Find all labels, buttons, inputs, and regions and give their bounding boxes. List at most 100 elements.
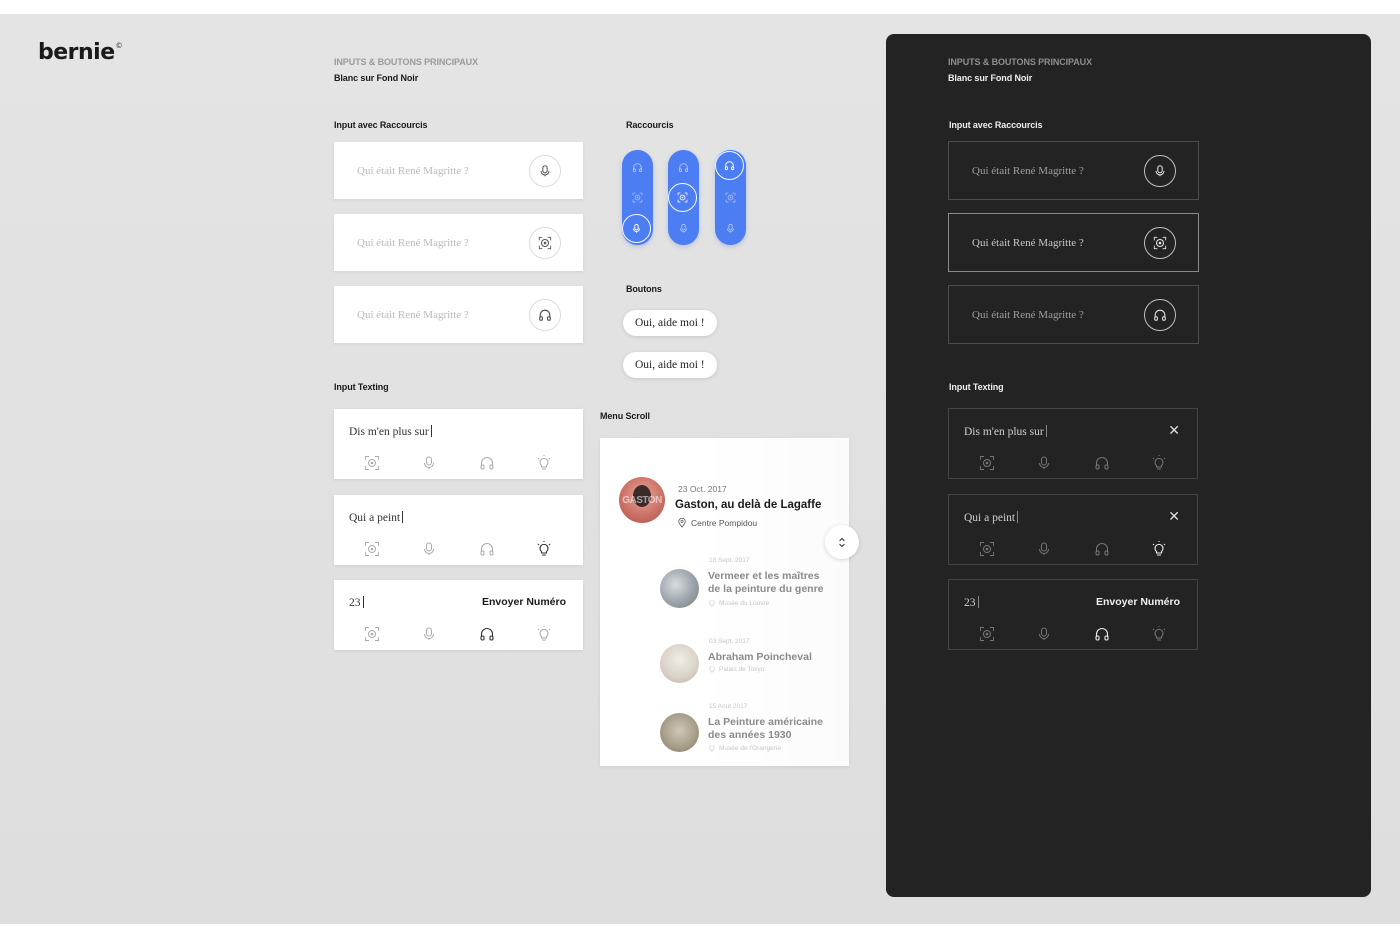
shortcuts-label: Raccourcis xyxy=(626,120,674,130)
scan-icon[interactable] xyxy=(362,453,382,473)
scan-button[interactable] xyxy=(529,226,561,259)
send-number-button[interactable]: Envoyer Numéro xyxy=(1096,596,1180,608)
mic-button[interactable] xyxy=(1144,154,1176,187)
location-pin-icon xyxy=(709,600,715,607)
search-placeholder: Qui était René Magritte ? xyxy=(357,236,469,249)
bulb-icon[interactable] xyxy=(534,453,554,473)
scan-icon xyxy=(538,236,552,249)
mic-icon[interactable] xyxy=(1034,624,1054,644)
scan-icon[interactable] xyxy=(718,185,743,210)
search-input-headphones[interactable]: Qui était René Magritte ? xyxy=(334,286,583,343)
mic-icon[interactable] xyxy=(419,624,439,644)
mic-button[interactable] xyxy=(529,154,561,187)
texting-card[interactable]: Qui a peint ✕ xyxy=(948,494,1198,565)
bulb-icon[interactable] xyxy=(534,539,554,559)
mic-icon[interactable] xyxy=(1034,539,1054,559)
bulb-icon[interactable] xyxy=(534,624,554,644)
scan-icon[interactable] xyxy=(977,453,997,473)
headphones-button[interactable] xyxy=(529,298,561,331)
list-item[interactable]: 03 Sept. 2017 Abraham Poincheval Palais … xyxy=(600,633,849,693)
help-button[interactable]: Oui, aide moi ! xyxy=(623,352,717,378)
headphones-icon[interactable] xyxy=(671,155,696,180)
exhibition-thumbnail xyxy=(660,644,699,683)
location-pin-icon xyxy=(709,745,715,752)
list-item[interactable]: GASTON 23 Oct. 2017 Gaston, au delà de L… xyxy=(600,438,849,538)
bulb-icon[interactable] xyxy=(1149,453,1169,473)
texting-card[interactable]: Dis m'en plus sur xyxy=(334,409,583,479)
search-placeholder: Qui était René Magritte ? xyxy=(972,236,1084,249)
headphones-icon[interactable] xyxy=(1092,624,1112,644)
mic-icon[interactable] xyxy=(1034,453,1054,473)
section-title: INPUTS & BOUTONS PRINCIPAUX xyxy=(334,57,478,67)
headphones-icon[interactable] xyxy=(477,624,497,644)
headphones-icon[interactable] xyxy=(1092,453,1112,473)
item-place: Palais de Tokyo xyxy=(709,666,764,673)
mic-icon[interactable] xyxy=(622,214,651,243)
texting-input[interactable]: Dis m'en plus sur xyxy=(349,425,432,438)
texting-card[interactable]: 23 Envoyer Numéro xyxy=(948,579,1198,650)
search-placeholder: Qui était René Magritte ? xyxy=(972,308,1084,321)
list-item[interactable]: 18 Sept. 2017 Vermeer et les maîtres de … xyxy=(600,548,849,623)
texting-card[interactable]: Qui a peint xyxy=(334,495,583,565)
help-button[interactable]: Oui, aide moi ! xyxy=(623,310,717,336)
brand-logo: bernie© xyxy=(38,40,123,65)
headphones-icon[interactable] xyxy=(715,151,744,180)
search-input-scan[interactable]: Qui était René Magritte ? xyxy=(334,214,583,271)
section-subtitle: Blanc sur Fond Noir xyxy=(948,73,1033,83)
texting-input[interactable]: Dis m'en plus sur xyxy=(964,425,1047,438)
exhibition-thumbnail: GASTON xyxy=(619,477,665,523)
mic-icon xyxy=(1155,164,1165,176)
scan-icon[interactable] xyxy=(668,183,697,212)
scan-icon[interactable] xyxy=(977,624,997,644)
item-place: Musée de l'Orangerie xyxy=(709,745,781,752)
item-date: 03 Sept. 2017 xyxy=(709,638,750,645)
scan-icon[interactable] xyxy=(625,185,650,210)
input-shortcuts-label: Input avec Raccourcis xyxy=(949,120,1043,130)
item-date: 23 Oct. 2017 xyxy=(678,484,727,494)
texting-input[interactable]: 23 xyxy=(964,596,979,609)
headphones-button[interactable] xyxy=(1144,298,1176,331)
close-icon[interactable]: ✕ xyxy=(1168,423,1180,439)
search-input-mic[interactable]: Qui était René Magritte ? xyxy=(334,142,583,199)
texting-input[interactable]: Qui a peint xyxy=(349,511,404,524)
item-title: Abraham Poincheval xyxy=(708,651,812,663)
send-number-button[interactable]: Envoyer Numéro xyxy=(482,596,566,608)
mic-icon[interactable] xyxy=(671,216,696,241)
texting-input[interactable]: Qui a peint xyxy=(964,511,1019,524)
menu-scroll[interactable]: GASTON 23 Oct. 2017 Gaston, au delà de L… xyxy=(600,438,849,766)
headphones-icon[interactable] xyxy=(1092,539,1112,559)
scan-icon[interactable] xyxy=(362,624,382,644)
texting-input[interactable]: 23 xyxy=(349,596,364,609)
headphones-icon[interactable] xyxy=(625,155,650,180)
scan-icon[interactable] xyxy=(977,539,997,559)
list-item[interactable]: 15 Aout 2017 La Peinture américaine des … xyxy=(600,700,849,766)
search-input-headphones[interactable]: Qui était René Magritte ? xyxy=(948,285,1199,344)
shortcut-pill[interactable] xyxy=(715,150,746,245)
buttons-label: Boutons xyxy=(626,284,662,294)
scroll-knob[interactable] xyxy=(825,525,859,559)
item-title: Vermeer et les maîtres de la peinture du… xyxy=(708,570,824,595)
location-pin-icon xyxy=(678,518,686,528)
mic-icon[interactable] xyxy=(419,453,439,473)
exhibition-thumbnail xyxy=(660,569,699,608)
texting-card[interactable]: 23 Envoyer Numéro xyxy=(334,580,583,650)
item-date: 18 Sept. 2017 xyxy=(709,557,750,564)
search-input-scan[interactable]: Qui était René Magritte ? xyxy=(948,213,1199,272)
mic-icon xyxy=(540,164,550,176)
shortcut-pill[interactable] xyxy=(668,150,699,245)
search-input-mic[interactable]: Qui était René Magritte ? xyxy=(948,141,1199,200)
section-subtitle: Blanc sur Fond Noir xyxy=(334,73,419,83)
scan-button[interactable] xyxy=(1144,226,1176,259)
bulb-icon[interactable] xyxy=(1149,624,1169,644)
mic-icon[interactable] xyxy=(718,216,743,241)
shortcut-pill[interactable] xyxy=(622,150,653,245)
headphones-icon[interactable] xyxy=(477,539,497,559)
scan-icon[interactable] xyxy=(362,539,382,559)
item-place: Centre Pompidou xyxy=(678,518,757,528)
texting-card[interactable]: Dis m'en plus sur ✕ xyxy=(948,408,1198,479)
scan-icon xyxy=(1153,236,1167,249)
headphones-icon[interactable] xyxy=(477,453,497,473)
close-icon[interactable]: ✕ xyxy=(1168,509,1180,525)
mic-icon[interactable] xyxy=(419,539,439,559)
bulb-icon[interactable] xyxy=(1149,539,1169,559)
